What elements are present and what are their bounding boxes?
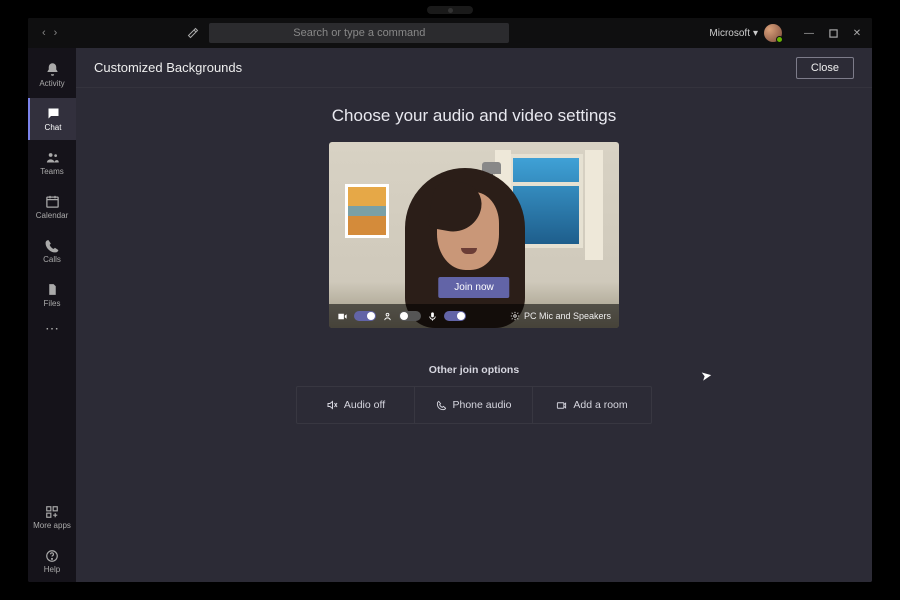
app-window: ‹ › Search or type a command Microsoft ▾… — [28, 18, 872, 582]
phone-icon — [436, 400, 447, 411]
app-rail: Activity Chat Teams — [28, 48, 76, 582]
profile-avatar[interactable] — [764, 24, 782, 42]
teams-icon — [45, 150, 60, 165]
nav-back-icon[interactable]: ‹ — [42, 27, 46, 39]
option-label: Audio off — [344, 399, 385, 411]
rail-help[interactable]: Help — [28, 540, 76, 582]
panel-title: Customized Backgrounds — [94, 60, 242, 75]
panel-header: Customized Backgrounds Close — [76, 48, 872, 88]
close-window-button[interactable]: ✕ — [850, 26, 864, 40]
rail-label: More apps — [33, 521, 71, 530]
camera-icon — [337, 311, 348, 322]
phone-audio-button[interactable]: Phone audio — [415, 387, 533, 423]
rail-label: Files — [44, 299, 61, 308]
gear-icon — [510, 311, 520, 321]
maximize-button[interactable] — [826, 26, 840, 40]
audio-off-button[interactable]: Audio off — [297, 387, 415, 423]
other-options-row: Audio off Phone audio Add — [296, 386, 652, 424]
blur-icon — [382, 311, 393, 322]
rail-calls[interactable]: Calls — [28, 230, 76, 272]
prejoin-content: Choose your audio and video settings Joi… — [76, 88, 872, 582]
rail-teams[interactable]: Teams — [28, 142, 76, 184]
audio-off-icon — [326, 399, 338, 411]
rail-label: Calendar — [36, 211, 68, 220]
mic-toggle[interactable] — [444, 311, 466, 321]
chat-icon — [46, 106, 61, 121]
calendar-icon — [45, 194, 60, 209]
bell-icon — [45, 62, 60, 77]
minimize-button[interactable]: — — [802, 26, 816, 40]
camera-toggle[interactable] — [354, 311, 376, 321]
preview-controls: PC Mic and Speakers — [329, 304, 619, 328]
ellipsis-icon: ⋯ — [45, 321, 59, 335]
files-icon — [46, 282, 59, 297]
option-label: Phone audio — [453, 399, 512, 411]
rail-label: Help — [44, 565, 60, 574]
nav-forward-icon[interactable]: › — [54, 27, 58, 39]
video-preview: Join now — [329, 142, 619, 328]
mic-icon — [427, 311, 438, 322]
add-room-button[interactable]: Add a room — [533, 387, 651, 423]
option-label: Add a room — [573, 399, 627, 411]
new-chat-icon[interactable] — [187, 27, 199, 39]
add-room-icon — [556, 400, 567, 411]
tenant-label: Microsoft — [709, 28, 750, 39]
device-label-text: PC Mic and Speakers — [524, 311, 611, 321]
main-panel: Customized Backgrounds Close Choose your… — [76, 48, 872, 582]
help-icon — [45, 549, 59, 563]
presence-badge — [776, 36, 783, 43]
tablet-frame: ‹ › Search or type a command Microsoft ▾… — [0, 0, 900, 600]
search-input[interactable]: Search or type a command — [209, 23, 509, 43]
rail-label: Chat — [45, 123, 62, 132]
rail-more[interactable]: ⋯ — [28, 318, 76, 338]
rail-label: Calls — [43, 255, 61, 264]
rail-chat[interactable]: Chat — [28, 98, 76, 140]
rail-label: Activity — [39, 79, 64, 88]
search-placeholder: Search or type a command — [293, 27, 425, 39]
tablet-camera — [427, 6, 473, 14]
titlebar: ‹ › Search or type a command Microsoft ▾… — [28, 18, 872, 48]
prejoin-heading: Choose your audio and video settings — [332, 106, 616, 126]
rail-activity[interactable]: Activity — [28, 54, 76, 96]
rail-more-apps[interactable]: More apps — [28, 496, 76, 538]
phone-icon — [45, 239, 59, 253]
apps-icon — [45, 505, 59, 519]
chevron-down-icon: ▾ — [753, 28, 758, 39]
background-blur-toggle[interactable] — [399, 311, 421, 321]
other-options-label: Other join options — [429, 364, 519, 376]
rail-calendar[interactable]: Calendar — [28, 186, 76, 228]
device-settings-button[interactable]: PC Mic and Speakers — [510, 311, 611, 321]
rail-files[interactable]: Files — [28, 274, 76, 316]
close-button[interactable]: Close — [796, 57, 854, 79]
tenant-switcher[interactable]: Microsoft ▾ — [709, 28, 758, 39]
join-now-button[interactable]: Join now — [438, 277, 509, 298]
rail-label: Teams — [40, 167, 64, 176]
